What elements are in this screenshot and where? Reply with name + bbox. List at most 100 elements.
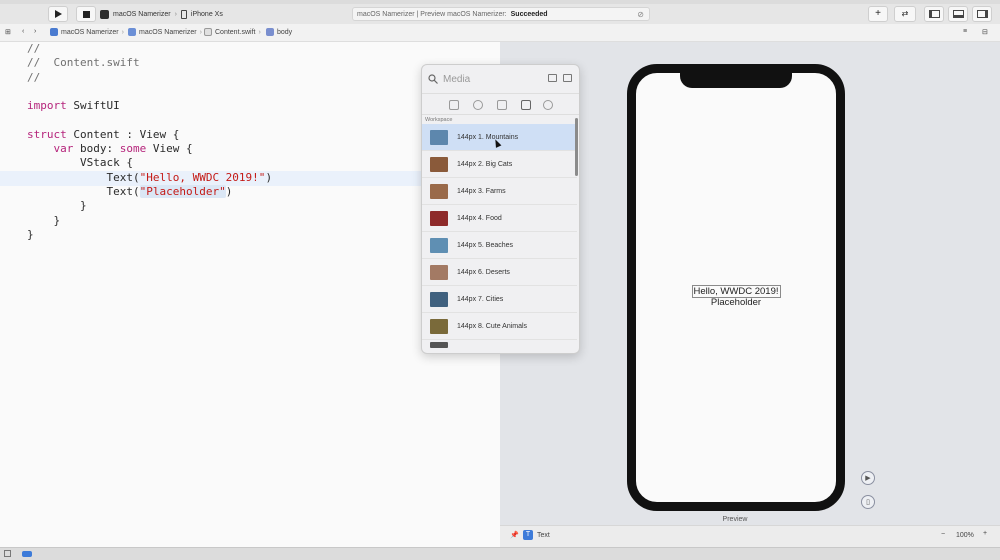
preview-on-device-button[interactable]: ▯	[861, 495, 875, 509]
run-button[interactable]	[48, 6, 68, 22]
device-icon: ▯	[866, 499, 870, 506]
scheme-selector[interactable]: macOS Namerizer › iPhone Xs	[100, 7, 223, 21]
plus-icon: +	[875, 8, 881, 19]
bottom-panel-icon	[952, 10, 964, 18]
library-button[interactable]: +	[868, 6, 888, 22]
live-preview-button[interactable]: ▶	[861, 471, 875, 485]
chevron-right-icon: ›	[121, 28, 124, 36]
string-literal-selected: "Placeholder"	[139, 184, 226, 198]
pin-icon[interactable]: 📌	[510, 531, 519, 539]
project-icon	[50, 28, 58, 36]
toggle-navigator-button[interactable]	[924, 6, 944, 22]
list-item[interactable]: 144px 3. Farms	[422, 178, 577, 205]
list-view-icon[interactable]	[563, 74, 572, 82]
zoom-out-icon[interactable]: −	[941, 531, 945, 538]
status-prefix: macOS Namerizer | Preview macOS Namerize…	[357, 10, 507, 18]
section-header: Workspace	[425, 117, 453, 123]
forward-arrow-icon[interactable]: ›	[34, 28, 36, 35]
keyword-struct: struct	[27, 127, 67, 141]
list-item-partial[interactable]	[422, 340, 577, 350]
breadcrumb-project[interactable]: macOS Namerizer ›	[50, 28, 124, 36]
media-label: 144px 3. Farms	[457, 187, 506, 195]
tab-snippets-icon[interactable]	[497, 100, 507, 110]
chevron-right-icon: ›	[199, 28, 202, 36]
jump-bar: ⊞ ‹ › macOS Namerizer › macOS Namerizer …	[0, 24, 1000, 42]
play-circle-icon: ▶	[865, 475, 871, 482]
preview-text-placeholder[interactable]: Placeholder	[636, 297, 836, 308]
swift-file-icon	[204, 28, 212, 36]
status-result: Succeeded	[510, 10, 548, 18]
list-item[interactable]: 144px 5. Beaches	[422, 232, 577, 259]
breadcrumb-label: macOS Namerizer	[61, 28, 119, 36]
search-placeholder: Media	[443, 73, 471, 85]
folder-icon	[128, 28, 136, 36]
breadcrumb-group[interactable]: macOS Namerizer ›	[128, 28, 202, 36]
media-thumbnail	[430, 210, 448, 226]
play-icon	[55, 10, 62, 18]
lines-icon[interactable]: ≡	[963, 28, 967, 35]
related-items-icon[interactable]: ⊞	[5, 28, 11, 36]
list-item[interactable]: 144px 2. Big Cats	[422, 151, 577, 178]
iphone-icon	[180, 9, 187, 19]
breadcrumb-symbol[interactable]: body	[266, 28, 292, 36]
media-thumbnail	[430, 129, 448, 145]
tab-media-icon[interactable]	[521, 100, 531, 110]
media-label: 144px 4. Food	[457, 214, 502, 222]
breadcrumb-label: Content.swift	[215, 28, 256, 36]
split-editor-icon[interactable]: ⊟	[982, 28, 988, 36]
zoom-level: 100%	[956, 532, 974, 539]
library-search[interactable]: Media	[428, 72, 528, 86]
media-label: 144px 8. Cute Animals	[457, 322, 528, 330]
phone-notch	[680, 71, 792, 88]
back-forward-button[interactable]: ⇄	[894, 6, 916, 22]
media-thumbnail	[430, 156, 448, 172]
left-panel-icon	[928, 10, 940, 18]
app-icon	[100, 9, 109, 19]
breakpoints-icon[interactable]	[22, 551, 32, 557]
preview-content[interactable]: Hello, WWDC 2019! Placeholder	[636, 285, 836, 308]
stop-button[interactable]	[76, 6, 96, 22]
library-tabs	[422, 93, 579, 115]
media-label: 144px 2. Big Cats	[457, 160, 513, 168]
keyword-import: import	[27, 99, 67, 113]
activity-status: macOS Namerizer | Preview macOS Namerize…	[352, 7, 650, 21]
string-literal: "Hello, WWDC 2019!"	[139, 170, 266, 184]
code-line: // Content.swift	[27, 56, 140, 70]
stop-icon	[82, 10, 90, 18]
media-thumbnail	[430, 183, 448, 199]
property-icon	[266, 28, 274, 36]
grid-view-icon[interactable]	[548, 74, 557, 82]
library-scrollbar[interactable]	[575, 118, 578, 176]
back-arrow-icon[interactable]: ‹	[22, 28, 24, 35]
toggle-debug-button[interactable]	[948, 6, 968, 22]
media-thumbnail	[430, 237, 448, 253]
tab-views-icon[interactable]	[449, 100, 459, 110]
toggle-inspector-button[interactable]	[972, 6, 992, 22]
swap-arrows-icon: ⇄	[901, 9, 909, 18]
list-item[interactable]: 144px 8. Cute Animals	[422, 313, 577, 340]
media-library-popover: Media Workspace 144px 1. Mountains 144px…	[421, 64, 580, 354]
scheme-app-label: macOS Namerizer	[113, 10, 171, 18]
list-item[interactable]: 144px 1. Mountains	[422, 124, 577, 151]
tab-modifiers-icon[interactable]	[473, 100, 483, 110]
code-line: //	[27, 70, 41, 84]
list-item[interactable]: 144px 7. Cities	[422, 286, 577, 313]
hide-debug-icon[interactable]	[4, 550, 11, 557]
breadcrumb-label: body	[277, 28, 293, 36]
list-item[interactable]: 144px 6. Deserts	[422, 259, 577, 286]
keyword-var: var	[53, 142, 74, 156]
text-view-icon: T	[523, 530, 533, 540]
search-icon	[428, 74, 438, 84]
tab-colors-icon[interactable]	[543, 100, 553, 110]
preview-text-hello[interactable]: Hello, WWDC 2019!	[691, 285, 781, 298]
media-thumbnail	[430, 264, 448, 280]
zoom-in-icon[interactable]: +	[983, 530, 987, 537]
code-line: //	[27, 42, 41, 55]
code-text[interactable]: // // Content.swift // import SwiftUI st…	[27, 42, 272, 242]
media-thumbnail	[430, 291, 448, 307]
canvas-bottom-bar: 📌 T Text − 100% +	[500, 525, 1000, 547]
list-item[interactable]: 144px 4. Food	[422, 205, 577, 232]
debug-area-bar	[0, 547, 1000, 560]
status-close-icon[interactable]: ⊘	[637, 10, 644, 19]
breadcrumb-file[interactable]: Content.swift ›	[204, 28, 261, 36]
